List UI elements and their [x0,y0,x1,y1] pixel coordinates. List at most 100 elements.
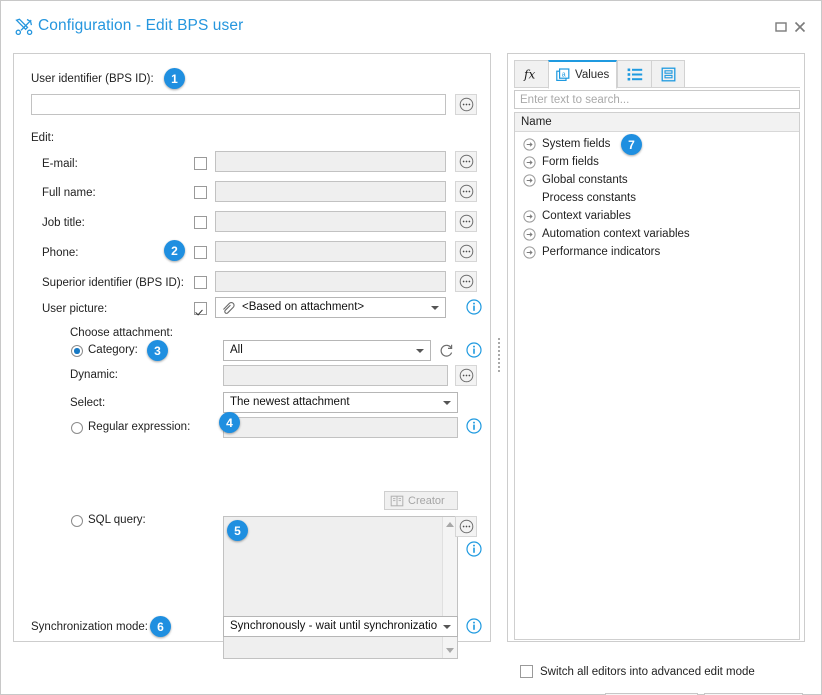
category-radio[interactable] [71,345,83,357]
phone-input[interactable] [215,241,446,262]
job-title-checkbox[interactable] [194,216,207,229]
window-title: Configuration - Edit BPS user [38,17,244,34]
ellipsis-circle-icon [459,214,473,229]
right-values-panel: fx a Values Enter text to search... Name… [507,53,805,678]
select-combo[interactable]: The newest attachment [223,392,458,413]
phone-checkbox[interactable] [194,246,207,259]
dynamic-input[interactable] [223,365,448,386]
close-icon[interactable] [792,19,808,35]
tab-list[interactable] [617,60,652,88]
tab-values-label: Values [575,69,610,81]
sync-mode-combo[interactable]: Synchronously - wait until synchronizati… [223,616,458,637]
advanced-edit-mode-checkbox[interactable] [520,665,533,678]
category-combo[interactable]: All [223,340,431,361]
dynamic-label: Dynamic: [70,369,118,381]
regex-radio[interactable] [71,422,83,434]
form-icon [661,67,676,81]
ellipsis-circle-icon [459,519,473,534]
phone-browse-button[interactable] [455,241,477,262]
user-picture-label: User picture: [42,303,108,315]
job-title-input[interactable] [215,211,446,232]
tree-item-global-constants[interactable]: Global constants [515,171,799,189]
tab-form[interactable] [651,60,686,88]
email-input[interactable] [215,151,446,172]
regex-input[interactable] [223,417,458,438]
tree-header-name: Name [521,116,552,128]
dynamic-browse-button[interactable] [455,365,477,386]
tree-item-label: Context variables [542,210,631,222]
sql-info-icon[interactable] [466,541,482,557]
category-label: Category: [88,344,138,356]
function-fx-icon: fx [523,68,535,82]
email-checkbox[interactable] [194,157,207,170]
values-icon: a [556,67,570,81]
ellipsis-circle-icon [459,368,473,383]
user-picture-info-icon[interactable] [466,299,482,315]
expand-arrow-icon[interactable] [523,137,536,151]
sql-label: SQL query: [88,514,146,526]
tree-item-label: Performance indicators [542,246,661,258]
scroll-down-icon[interactable] [446,648,454,653]
ellipsis-circle-icon [459,154,473,169]
ellipsis-circle-icon [459,97,473,112]
user-identifier-input[interactable] [31,94,446,115]
tree-item-system-fields[interactable]: System fields [515,135,799,153]
expand-arrow-icon[interactable] [523,245,536,259]
badge-7: 7 [621,134,642,155]
superior-identifier-browse-button[interactable] [455,271,477,292]
advanced-edit-mode-row[interactable]: Switch all editors into advanced edit mo… [520,665,755,678]
tree-item-context-variables[interactable]: Context variables [515,207,799,225]
expand-arrow-icon[interactable] [523,155,536,169]
full-name-checkbox[interactable] [194,186,207,199]
paperclip-icon [223,302,235,314]
job-title-label: Job title: [42,217,85,229]
full-name-input[interactable] [215,181,446,202]
sync-mode-info-icon[interactable] [466,618,482,634]
sql-browse-button[interactable] [455,516,477,537]
tree-item-form-fields[interactable]: Form fields [515,153,799,171]
creator-button-label: Creator [408,494,445,507]
job-title-browse-button[interactable] [455,211,477,232]
superior-identifier-input[interactable] [215,271,446,292]
regex-label: Regular expression: [88,421,191,433]
category-value: All [230,344,243,356]
expand-arrow-icon[interactable] [523,227,536,241]
tools-icon [15,18,33,36]
email-browse-button[interactable] [455,151,477,172]
regex-info-icon[interactable] [466,418,482,434]
creator-button: Creator [384,491,458,510]
maximize-icon[interactable] [773,19,789,35]
refresh-icon[interactable] [438,342,455,359]
tab-values[interactable]: a Values [548,60,618,89]
superior-identifier-label: Superior identifier (BPS ID): [42,277,184,289]
sync-mode-label: Synchronization mode: [31,621,148,633]
panel-splitter[interactable] [495,53,504,642]
badge-3: 3 [147,340,168,361]
splitter-grip [498,338,500,372]
tree-item-performance-indicators[interactable]: Performance indicators [515,243,799,261]
badge-5: 5 [227,520,248,541]
chevron-down-icon [443,401,451,405]
superior-identifier-checkbox[interactable] [194,276,207,289]
chevron-down-icon [416,349,424,353]
select-value: The newest attachment [230,396,350,408]
left-form-panel: User identifier (BPS ID): 1 Edit: 2 E-ma… [13,53,491,659]
tree-item-process-constants[interactable]: Process constants [515,189,799,207]
full-name-browse-button[interactable] [455,181,477,202]
full-name-label: Full name: [42,187,96,199]
tab-function[interactable]: fx [514,60,548,88]
expand-arrow-icon[interactable] [523,209,536,223]
expand-arrow-icon[interactable] [523,173,536,187]
tree-item-automation-context-variables[interactable]: Automation context variables [515,225,799,243]
sql-radio[interactable] [71,515,83,527]
category-info-icon[interactable] [466,342,482,358]
user-picture-checkbox[interactable] [194,302,207,315]
search-input[interactable]: Enter text to search... [514,90,800,109]
ellipsis-circle-icon [459,184,473,199]
scroll-up-icon[interactable] [446,522,454,527]
sql-query-textarea[interactable] [223,516,458,659]
badge-2: 2 [164,240,185,261]
user-picture-combo[interactable]: <Based on attachment> [215,297,446,318]
user-identifier-browse-button[interactable] [455,94,477,115]
edit-section-label: Edit: [31,132,55,144]
